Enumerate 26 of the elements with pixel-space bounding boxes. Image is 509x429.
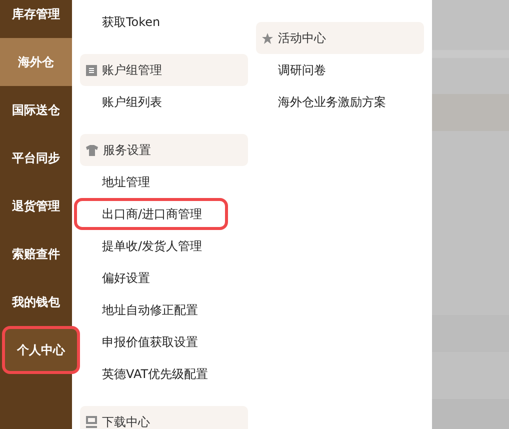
sidebar-item[interactable]: 索赔查件	[0, 230, 72, 278]
section-title: 账户组管理	[102, 62, 162, 78]
section-title: 服务设置	[103, 142, 151, 158]
menu-item[interactable]: 英德VAT优先级配置	[80, 358, 248, 390]
sidebar-item[interactable]: 我的钱包	[0, 278, 72, 326]
menu-item[interactable]: 地址管理	[80, 166, 248, 198]
sidebar-item[interactable]: 库存管理	[0, 0, 72, 38]
sidebar-item[interactable]: 平台同步	[0, 134, 72, 182]
menu-item[interactable]: 申报价值获取设置	[80, 326, 248, 358]
menu-item[interactable]: 账户组列表	[80, 86, 248, 118]
sidebar-item[interactable]: 海外仓	[0, 38, 72, 86]
menu-item[interactable]: 偏好设置	[80, 262, 248, 294]
menu-item[interactable]: 地址自动修正配置	[80, 294, 248, 326]
menu-item[interactable]: 海外仓业务激励方案	[256, 86, 424, 118]
menu-item[interactable]: 提单收/发货人管理	[80, 230, 248, 262]
section-title: 下载中心	[102, 414, 150, 429]
sidebar-item[interactable]: 国际送仓	[0, 86, 72, 134]
section-title: 活动中心	[278, 30, 326, 46]
star-icon	[262, 32, 273, 44]
sidebar-item[interactable]: 退货管理	[0, 182, 72, 230]
menu-item[interactable]: 获取Token	[80, 6, 248, 38]
menu-item[interactable]: 调研问卷	[256, 54, 424, 86]
list-icon	[86, 64, 97, 76]
shirt-icon	[86, 144, 98, 156]
menu-item[interactable]: 出口商/进口商管理	[74, 198, 228, 230]
sidebar-item[interactable]: 个人中心	[2, 326, 80, 374]
